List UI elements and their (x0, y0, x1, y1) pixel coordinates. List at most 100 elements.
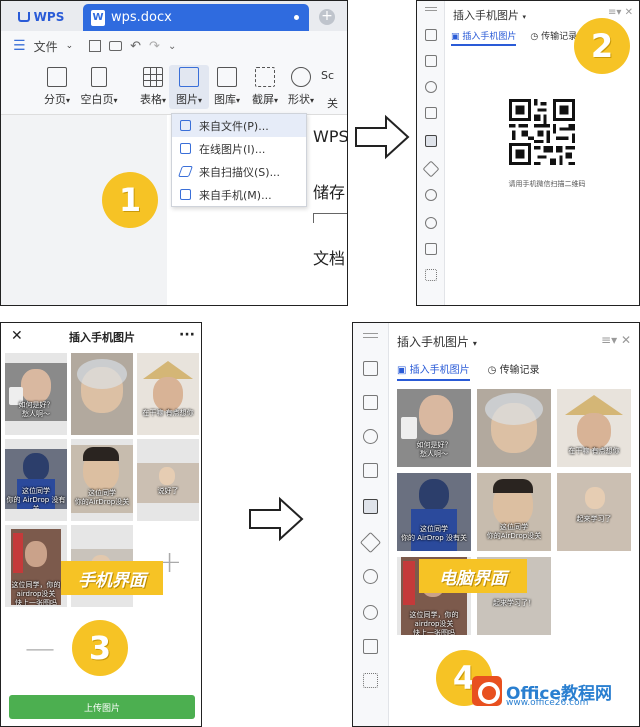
customize-icon[interactable]: ⌄ (168, 41, 176, 52)
photo-tile[interactable]: 这位同学 你的 AirDrop 没有关 (397, 473, 471, 551)
blank-page-button[interactable]: 空白页▾ (79, 67, 119, 107)
menu-item-from-file[interactable]: 来自文件(P)... (172, 114, 306, 137)
history-icon[interactable] (363, 569, 378, 584)
gallery-button[interactable]: 图库▾ (207, 67, 247, 107)
watermark-url: www.office26.com (506, 698, 589, 708)
photo-tile[interactable]: 如何是好？ 愁人啊～ (397, 389, 471, 467)
tab-insert-phone-picture[interactable]: ▣ 插入手机图片 (451, 29, 517, 46)
meme-caption: 如何是好？ 愁人啊～ (18, 401, 54, 418)
pane-controls[interactable]: ≡▾ ✕ (608, 7, 633, 18)
adjust-icon[interactable] (363, 463, 378, 478)
photo-tile[interactable]: 在干嘛 有点想你 (557, 389, 631, 467)
ribbon-overflow-1[interactable]: Sc (321, 69, 334, 82)
tab-transfer-history[interactable]: ◷ 传输记录 (530, 29, 577, 46)
drag-handle-icon[interactable] (425, 7, 437, 11)
archive-icon[interactable] (425, 243, 437, 255)
picture-label: 图片 (175, 93, 198, 106)
redo-icon[interactable]: ↷ (149, 39, 160, 54)
photo-tile[interactable]: 如何是好？ 愁人啊～ (5, 353, 67, 435)
cursor-mark (313, 213, 347, 223)
clock-icon: ◷ (530, 32, 539, 42)
meme-image: 在干嘛 有点想你 (557, 389, 631, 467)
picture-icon[interactable] (363, 499, 378, 514)
print-icon[interactable] (109, 41, 123, 51)
photo-tile[interactable] (477, 389, 551, 467)
meme-caption: 这位同学，你的airdrop没关 快上一张图吗 (11, 581, 61, 605)
history-icon[interactable] (425, 189, 437, 201)
blank-page-icon (91, 67, 107, 87)
word-doc-icon: W (91, 9, 105, 26)
meme-image: 如何是好？ 愁人啊～ (397, 389, 471, 467)
star-icon[interactable] (359, 531, 382, 554)
hamburger-icon[interactable]: ☰ (13, 38, 26, 54)
pointer-icon[interactable] (363, 395, 378, 410)
shape-icon[interactable] (363, 429, 378, 444)
photo-tile[interactable]: 起来学习了 (557, 473, 631, 551)
screenshot-label: 截屏 (251, 93, 274, 106)
photo-tile[interactable]: 说好了 (137, 439, 199, 521)
pane-controls[interactable]: ≡▾ ✕ (601, 333, 631, 347)
photo-tile[interactable] (71, 353, 133, 435)
file-menu[interactable]: 文件 (34, 38, 58, 55)
apps-icon[interactable] (425, 269, 437, 281)
undo-icon[interactable]: ↶ (130, 39, 141, 54)
new-tab-button[interactable]: + (319, 9, 335, 25)
save-icon[interactable] (89, 40, 102, 52)
wps-home-tab[interactable]: WPS (7, 5, 75, 29)
menu-item-from-scanner-label: 来自扫描仪(S)... (199, 165, 281, 179)
shape-icon[interactable] (425, 81, 437, 93)
help-icon[interactable] (425, 217, 437, 229)
photo-tile[interactable]: 这位同学，你的airdrop没关 快上一张图吗 (5, 525, 67, 607)
document-tab[interactable]: W wps.docx (83, 4, 309, 31)
menu-item-from-phone[interactable]: 来自手机(M)... (172, 183, 306, 206)
pen-icon[interactable] (425, 29, 437, 41)
wps-insert-picture-panel: WPS W wps.docx + ☰ 文件 ⌄ ↶ ↷ ⌄ 分页▾ 空白页▾ 表… (0, 0, 348, 306)
pane-tabs: ▣ 插入手机图片 ◷ 传输记录 (451, 29, 577, 46)
adjust-icon[interactable] (425, 107, 437, 119)
doc-line-1: WPS (313, 127, 348, 146)
pane-title[interactable]: 插入手机图片 ▾ (397, 333, 477, 350)
upload-picture-button[interactable]: 上传图片 (9, 695, 195, 719)
page-break-button[interactable]: 分页▾ (37, 67, 77, 107)
ribbon-overflow-2[interactable]: 关 (327, 95, 338, 111)
meme-caption: 起来学习了！ (493, 599, 535, 607)
picture-button[interactable]: 图片▾ (169, 65, 209, 109)
photo-tile[interactable]: 这位同学 你的AirDrop没关 (477, 473, 551, 551)
apps-icon[interactable] (363, 673, 378, 688)
pane-title[interactable]: 插入手机图片 ▾ (453, 7, 526, 23)
qr-code (509, 99, 575, 165)
file-picture-icon (180, 120, 191, 131)
photo-tile[interactable]: 这位同学 你的AirDrop没关 (71, 439, 133, 521)
shape-button[interactable]: 形状▾ (281, 67, 321, 107)
menu-item-from-file-label: 来自文件(P)... (199, 119, 269, 133)
tab-transfer-history[interactable]: ◷ 传输记录 (488, 361, 540, 381)
archive-icon[interactable] (363, 639, 378, 654)
picture-icon[interactable] (425, 135, 437, 147)
pane-tabs: ▣ 插入手机图片 ◷ 传输记录 (397, 361, 540, 381)
photo-tile[interactable]: 在干嘛 有点想你 (137, 353, 199, 435)
pointer-icon[interactable] (425, 55, 437, 67)
screenshot-button[interactable]: 截屏▾ (245, 67, 285, 107)
step-badge-1: 1 (102, 172, 158, 228)
star-icon[interactable] (422, 160, 440, 178)
pen-icon[interactable] (363, 361, 378, 376)
help-icon[interactable] (363, 605, 378, 620)
menu-item-online-picture[interactable]: 在线图片(I)... (172, 137, 306, 160)
drag-handle-icon[interactable] (363, 333, 378, 338)
phone-title: 插入手机图片 (69, 331, 135, 344)
online-picture-icon (180, 143, 191, 154)
meme-image: 这位同学 你的 AirDrop 没有关 (5, 449, 67, 509)
menu-item-from-scanner[interactable]: 来自扫描仪(S)... (172, 160, 306, 183)
close-icon[interactable]: ✕ (11, 328, 23, 344)
meme-caption: 在干嘛 有点想你 (142, 409, 194, 417)
document-tab-label: wps.docx (111, 10, 172, 25)
picture-dropdown-menu: 来自文件(P)... 在线图片(I)... 来自扫描仪(S)... 来自手机(M… (171, 113, 307, 207)
tab-insert-phone-picture[interactable]: ▣ 插入手机图片 (397, 361, 470, 381)
table-button[interactable]: 表格▾ (133, 67, 173, 107)
meme-caption: 这位同学 你的 AirDrop 没有关 (6, 487, 66, 509)
step-badge-2: 2 (574, 18, 630, 74)
photo-tile[interactable]: 这位同学 你的 AirDrop 没有关 (5, 439, 67, 521)
meme-caption: 说好了 (157, 487, 179, 495)
wps-logo-icon (17, 12, 30, 22)
more-icon[interactable]: ··· (179, 327, 195, 343)
